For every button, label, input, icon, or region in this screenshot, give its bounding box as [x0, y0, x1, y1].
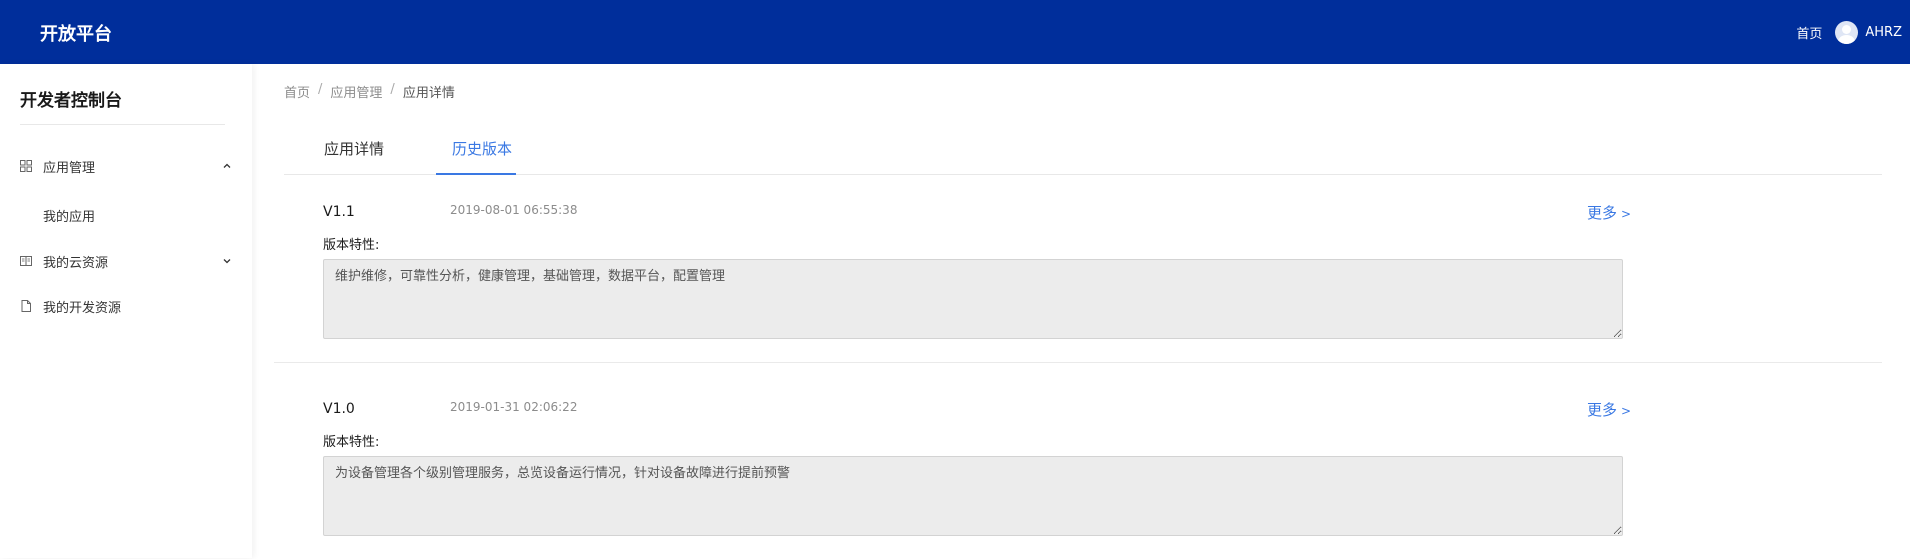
sidebar-item-my-cloud-resources[interactable]: 我的云资源 — [0, 249, 252, 273]
chevron-right-icon: > — [1621, 404, 1632, 418]
breadcrumb-home[interactable]: 首页 — [284, 82, 310, 101]
avatar[interactable] — [1835, 20, 1859, 44]
breadcrumb-separator: / — [318, 82, 323, 97]
breadcrumb-app-management[interactable]: 应用管理 — [330, 82, 382, 101]
sidebar-divider — [20, 124, 225, 125]
more-link-label: 更多 — [1587, 401, 1618, 419]
version-features-textarea[interactable]: 维护维修，可靠性分析，健康管理，基础管理，数据平台，配置管理 — [323, 259, 1623, 339]
header-home-link[interactable]: 首页 — [1796, 23, 1822, 42]
tabs: 应用详情 历史版本 — [284, 128, 1882, 175]
version-item: V1.1 2019-08-01 06:55:38 更多 > 版本特性: 维护维修，… — [274, 176, 1882, 363]
version-date: 2019-08-01 06:55:38 — [450, 203, 578, 217]
tab-version-history[interactable]: 历史版本 — [452, 138, 512, 159]
chevron-down-icon[interactable] — [222, 256, 232, 266]
username[interactable]: AHRZ — [1865, 25, 1902, 40]
version-feature-label: 版本特性: — [323, 435, 380, 450]
version-name: V1.1 — [323, 204, 355, 220]
top-header: 开放平台 首页 AHRZ — [0, 0, 1910, 64]
breadcrumb-separator: / — [390, 82, 395, 97]
breadcrumb: 首页 / 应用管理 / 应用详情 — [284, 82, 455, 101]
version-feature-label: 版本特性: — [323, 238, 380, 253]
sidebar-item-label: 我的开发资源 — [43, 300, 122, 316]
header-user-area: 首页 AHRZ — [1796, 0, 1902, 64]
tab-app-details[interactable]: 应用详情 — [324, 138, 384, 159]
sidebar-subitem-my-apps[interactable]: 我的应用 — [43, 206, 95, 225]
sidebar-item-my-dev-resources[interactable]: 我的开发资源 — [0, 294, 252, 318]
active-tab-indicator — [436, 173, 516, 175]
grid-icon — [20, 160, 32, 172]
chevron-up-icon[interactable] — [222, 161, 232, 171]
file-icon — [21, 300, 31, 312]
sidebar-item-label: 应用管理 — [43, 160, 96, 176]
version-date: 2019-01-31 02:06:22 — [450, 400, 578, 414]
breadcrumb-current: 应用详情 — [402, 86, 455, 101]
brand-logo-text[interactable]: 开放平台 — [40, 20, 112, 46]
chevron-right-icon: > — [1621, 207, 1632, 221]
sidebar: 开发者控制台 应用管理 我的应用 我的云资源 我的开发资源 — [0, 64, 252, 558]
version-divider — [274, 362, 1882, 363]
version-item: V1.0 2019-01-31 02:06:22 更多 > 版本特性: 为设备管理… — [274, 373, 1882, 559]
more-link[interactable]: 更多 > — [1587, 399, 1631, 420]
book-icon — [20, 256, 32, 266]
version-name: V1.0 — [323, 401, 355, 417]
version-features-textarea[interactable]: 为设备管理各个级别管理服务，总览设备运行情况，针对设备故障进行提前预警 — [323, 456, 1623, 536]
more-link-label: 更多 — [1587, 204, 1618, 222]
sidebar-item-app-management[interactable]: 应用管理 — [0, 154, 252, 178]
more-link[interactable]: 更多 > — [1587, 202, 1631, 223]
sidebar-item-label: 我的云资源 — [43, 255, 109, 271]
console-title: 开发者控制台 — [20, 91, 122, 111]
